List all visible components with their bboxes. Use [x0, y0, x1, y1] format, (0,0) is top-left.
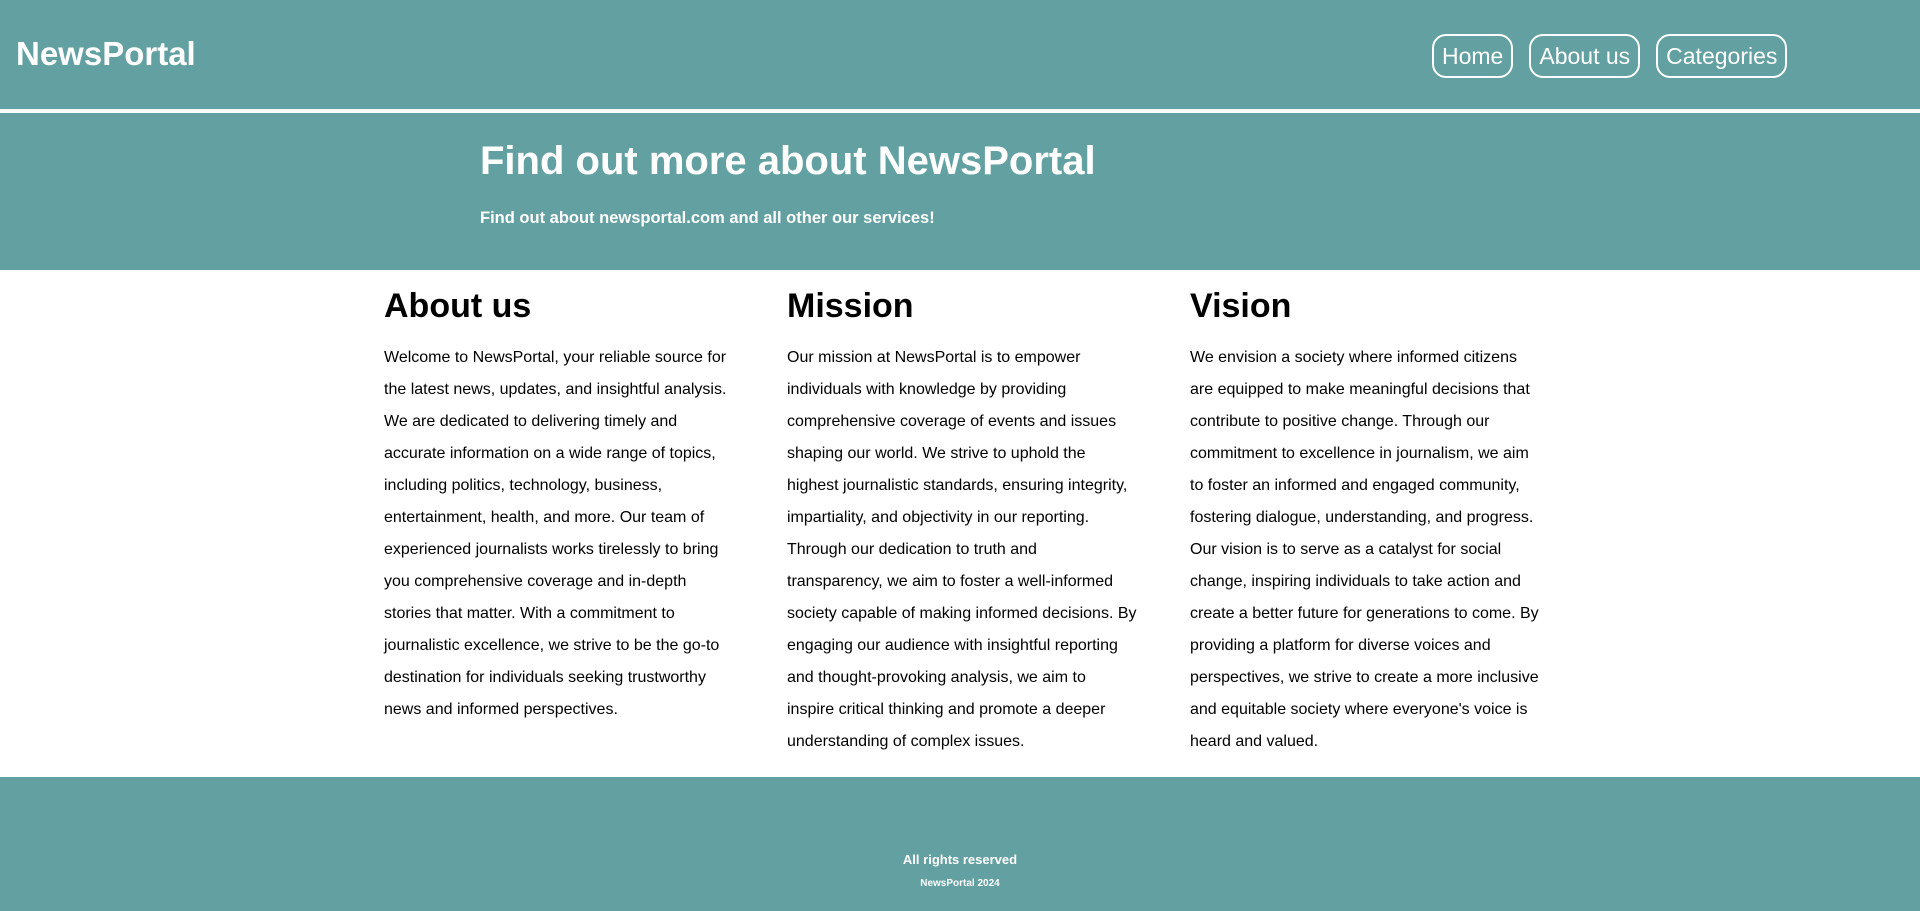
hero-banner: Find out more about NewsPortal Find out …	[0, 113, 1920, 270]
hero-subtitle: Find out about newsportal.com and all ot…	[480, 209, 935, 227]
main-nav: Home About us Categories	[1432, 34, 1788, 78]
section-heading: Mission	[787, 287, 914, 325]
section-heading: Vision	[1190, 287, 1292, 325]
nav-link-categories[interactable]: Categories	[1656, 34, 1788, 78]
section-body: Welcome to NewsPortal, your reliable sou…	[384, 349, 727, 718]
nav-link-home[interactable]: Home	[1432, 34, 1514, 78]
section-body: We envision a society where informed cit…	[1190, 349, 1539, 750]
site-header: NewsPortal Home About us Categories	[0, 0, 1920, 111]
content-columns: About us Welcome to NewsPortal, your rel…	[384, 270, 1544, 776]
footer-copyright-text: NewsPortal 2024	[920, 878, 1000, 889]
hero-title: Find out more about NewsPortal	[480, 139, 1096, 183]
brand-logo-text[interactable]: NewsPortal	[16, 34, 196, 74]
site-footer: All rights reserved NewsPortal 2024	[0, 777, 1920, 911]
section-heading: About us	[384, 287, 532, 325]
nav-link-about-us[interactable]: About us	[1529, 34, 1641, 78]
vision-section: Vision We envision a society where infor…	[1190, 286, 1540, 758]
mission-section: Mission Our mission at NewsPortal is to …	[787, 286, 1137, 758]
footer-rights-text: All rights reserved	[902, 852, 1018, 867]
about-us-section: About us Welcome to NewsPortal, your rel…	[384, 286, 734, 726]
section-body: Our mission at NewsPortal is to empower …	[787, 349, 1137, 750]
